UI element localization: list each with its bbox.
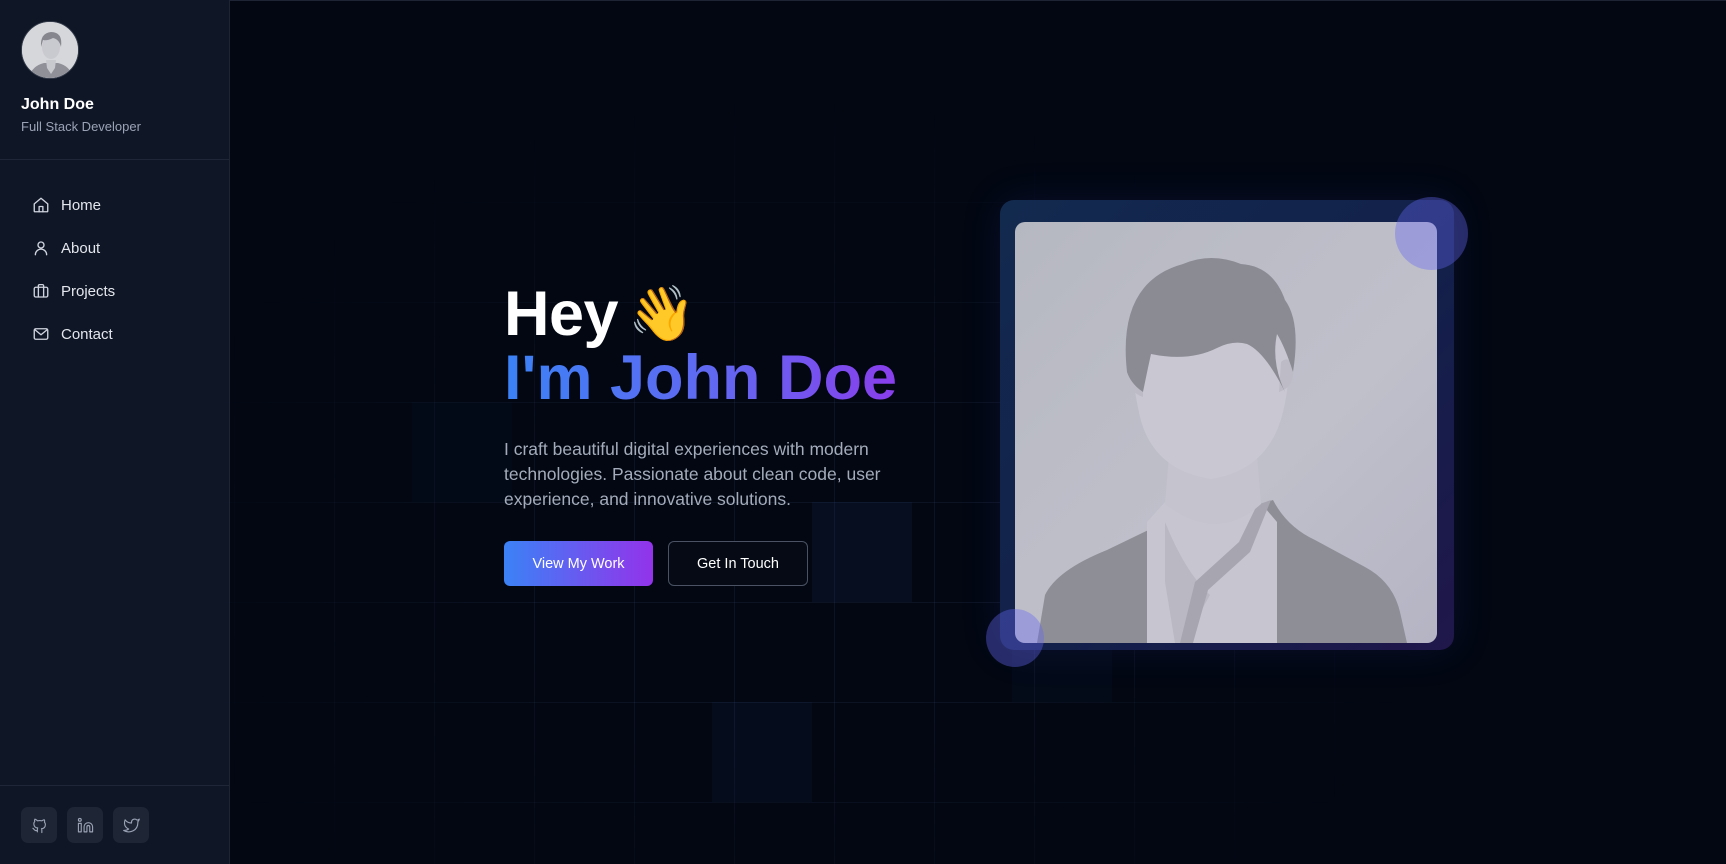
person-silhouette-icon xyxy=(22,22,78,78)
sidebar-item-contact[interactable]: Contact xyxy=(22,316,219,352)
sidebar-item-label: Home xyxy=(61,196,102,214)
sidebar: John Doe Full Stack Developer Home About xyxy=(0,0,230,864)
sidebar-item-projects[interactable]: Projects xyxy=(22,273,219,309)
sidebar-item-label: Projects xyxy=(61,282,116,300)
briefcase-icon xyxy=(32,282,50,300)
profile-card: John Doe Full Stack Developer xyxy=(0,0,229,160)
home-icon xyxy=(32,196,50,214)
twitter-icon xyxy=(122,818,140,832)
avatar xyxy=(21,21,79,79)
grid-highlight-tile xyxy=(412,402,512,502)
decorative-orb xyxy=(986,609,1044,667)
sidebar-item-label: About xyxy=(61,239,101,257)
get-in-touch-button[interactable]: Get In Touch xyxy=(668,541,808,586)
decorative-orb xyxy=(1395,197,1468,270)
greeting-text: Hey xyxy=(504,279,619,349)
hero-headline: I'm John Doe xyxy=(504,345,944,411)
profile-photo xyxy=(1015,222,1437,643)
sidebar-item-label: Contact xyxy=(61,325,113,343)
profile-name: John Doe xyxy=(21,96,94,113)
grid-highlight-tile xyxy=(712,702,812,802)
hero-section: Hey 👋 I'm John Doe I craft beautiful dig… xyxy=(504,282,944,586)
social-links xyxy=(0,785,229,864)
greeting-line: Hey 👋 xyxy=(504,282,944,346)
sidebar-nav: Home About Projects Contact xyxy=(0,160,229,352)
github-link[interactable] xyxy=(21,807,57,843)
linkedin-icon xyxy=(77,817,93,832)
profile-photo-frame xyxy=(1000,200,1454,650)
hero-actions: View My Work Get In Touch xyxy=(504,541,944,586)
waving-hand-icon: 👋 xyxy=(628,284,696,344)
sidebar-item-about[interactable]: About xyxy=(22,230,219,266)
profile-role: Full Stack Developer xyxy=(21,119,141,134)
user-icon xyxy=(32,239,50,257)
github-icon xyxy=(31,818,46,833)
linkedin-link[interactable] xyxy=(67,807,103,843)
view-my-work-button[interactable]: View My Work xyxy=(504,541,653,586)
person-silhouette-icon xyxy=(1037,258,1407,643)
mail-icon xyxy=(32,325,50,343)
sidebar-item-home[interactable]: Home xyxy=(22,187,219,223)
main-content: Hey 👋 I'm John Doe I craft beautiful dig… xyxy=(230,0,1726,864)
hero-description: I craft beautiful digital experiences wi… xyxy=(504,439,881,509)
twitter-link[interactable] xyxy=(113,807,149,843)
